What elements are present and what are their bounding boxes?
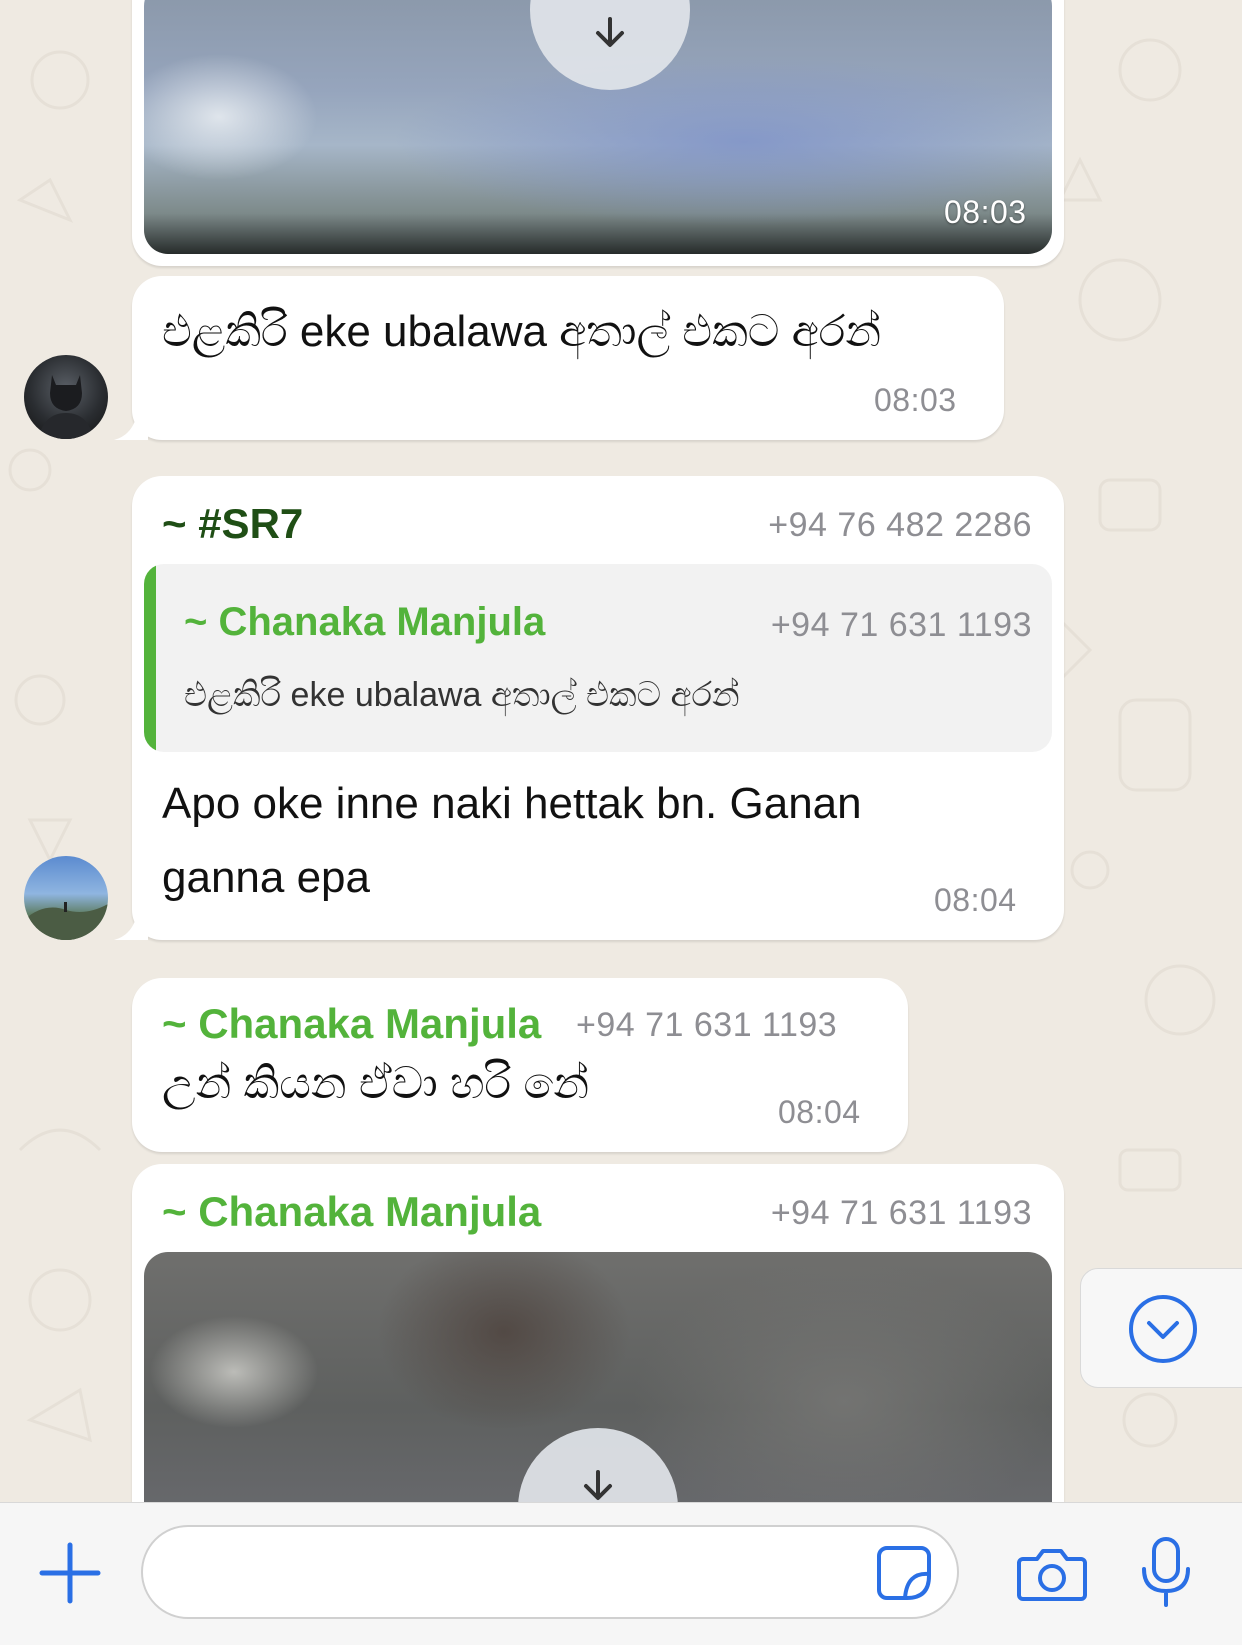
plus-icon [39,1542,101,1604]
microphone-icon [1142,1537,1190,1607]
composer-bar [0,1502,1242,1645]
message-text: එළකිරි eke ubalawa අතාල් එකට අරන් [162,307,882,356]
text-message-bubble[interactable]: එළකිරි eke ubalawa අතාල් එකට අරන් 08:03 [114,276,1004,440]
quoted-text: එළකිරි eke ubalawa අතාල් එකට අරන් [184,676,740,714]
bubble-tail [114,906,148,940]
sender-avatar[interactable] [24,856,108,940]
attach-button[interactable] [30,1533,110,1613]
message-time: 08:04 [934,882,1017,918]
blurred-image-thumbnail[interactable]: 08:03 [144,0,1052,254]
sender-phone: +94 71 631 1193 [576,1006,838,1044]
sticker-button[interactable] [864,1533,944,1613]
message-time: 08:03 [944,194,1027,230]
sender-phone: +94 71 631 1193 [770,1194,1032,1232]
quoted-sender-name: ~ Chanaka Manjula [184,600,546,644]
bubble-tail [114,406,148,440]
sender-phone: +94 76 482 2286 [768,506,1032,544]
sticker-icon [877,1546,931,1600]
camera-icon [1017,1549,1087,1601]
camera-button[interactable] [1010,1533,1094,1613]
quoted-message[interactable]: ~ Chanaka Manjula +94 71 631 1193 එළකිරි… [144,564,1052,752]
message-text: උන් කියන ඒවා හරි නේ [162,1059,590,1108]
batman-avatar [38,375,94,439]
media-message-bubble[interactable]: 08:03 [132,0,1064,266]
chevron-down-circle-icon [1129,1295,1197,1363]
download-button[interactable] [530,0,690,90]
landscape-avatar [24,902,108,940]
message-time: 08:04 [778,1094,861,1130]
sender-name[interactable]: ~ Chanaka Manjula [162,1188,541,1236]
scroll-to-bottom-button[interactable] [1080,1268,1242,1388]
sender-avatar[interactable] [24,355,108,439]
voice-record-button[interactable] [1126,1531,1206,1615]
message-input[interactable] [141,1525,959,1619]
message-time: 08:03 [874,382,957,418]
sender-name[interactable]: ~ Chanaka Manjula [162,1000,541,1048]
message-text-line1: Apo oke inne naki hettak bn. Ganan [162,779,862,828]
message-text-line2: ganna epa [162,853,370,902]
text-message-bubble[interactable]: ~ Chanaka Manjula +94 71 631 1193 උන් කි… [132,978,908,1152]
download-arrow-icon [596,17,624,47]
reply-message-bubble[interactable]: ~ #SR7 +94 76 482 2286 ~ Chanaka Manjula… [114,476,1064,940]
sender-name[interactable]: ~ #SR7 [162,500,303,548]
quoted-sender-phone: +94 71 631 1193 [770,606,1032,644]
quote-accent-bar [144,564,156,752]
